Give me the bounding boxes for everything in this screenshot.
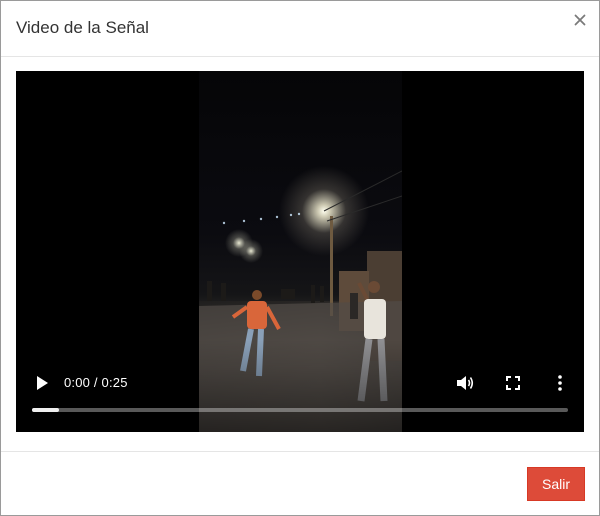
modal-title: Video de la Señal [16,18,149,37]
progress-bar[interactable] [32,408,568,412]
fullscreen-button[interactable] [505,375,521,391]
close-icon [574,14,586,26]
modal-header: Video de la Señal [1,1,599,57]
modal-body: 0:00 / 0:25 [1,57,599,450]
play-button[interactable] [35,375,49,391]
volume-icon [457,376,474,390]
video-modal: Video de la Señal 0:00 / 0:25 Salir [0,0,600,516]
play-icon [37,376,48,390]
more-options-icon [558,375,562,391]
exit-button[interactable]: Salir [527,467,585,501]
progress-fill [32,408,59,412]
volume-button[interactable] [456,374,474,392]
video-player[interactable]: 0:00 / 0:25 [16,71,584,432]
close-button[interactable] [571,11,589,29]
modal-footer: Salir [1,451,599,516]
time-display: 0:00 / 0:25 [64,375,128,390]
more-options-button[interactable] [555,374,565,392]
fullscreen-icon [506,376,520,390]
